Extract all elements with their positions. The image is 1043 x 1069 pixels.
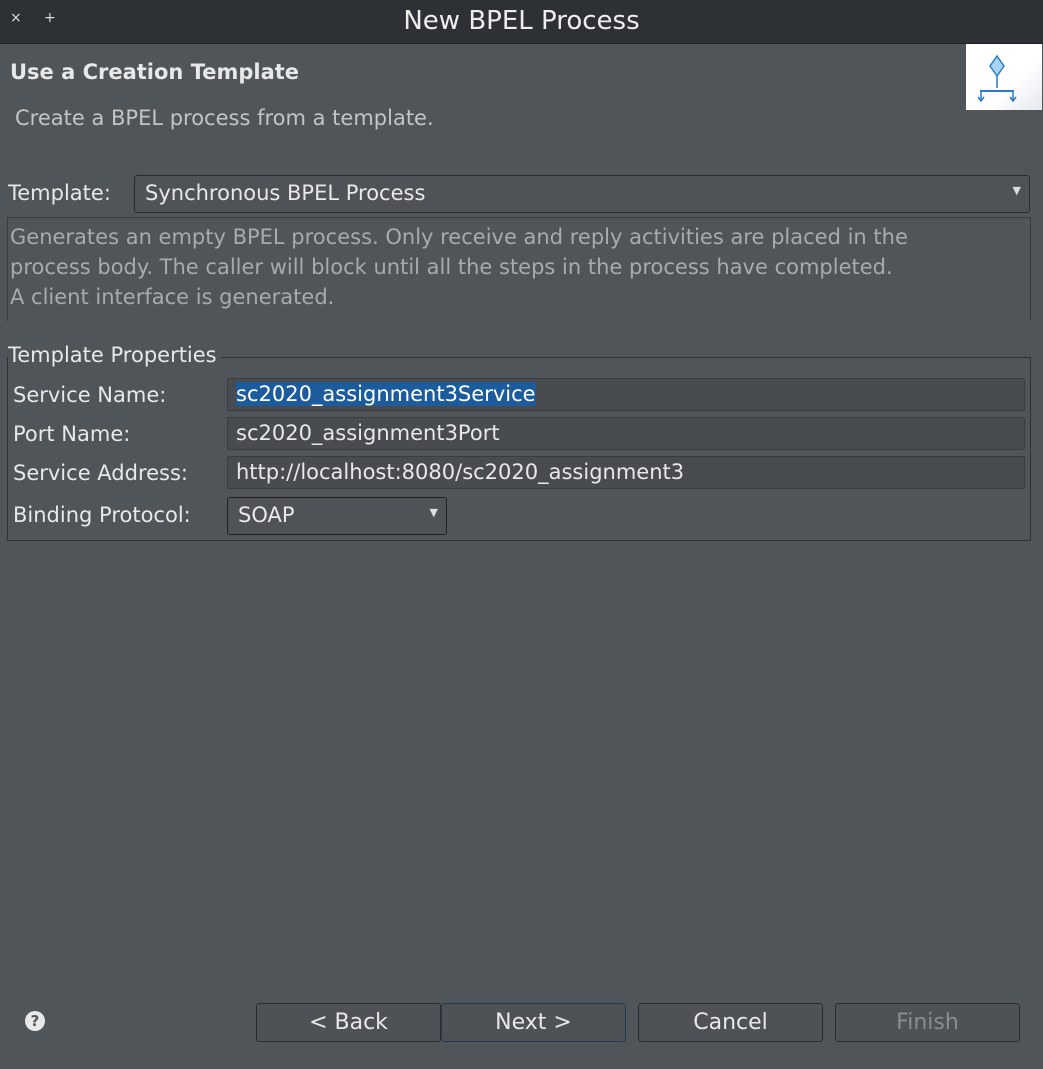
- bpel-process-wizard-icon: [966, 44, 1042, 110]
- chevron-down-icon: ▼: [1012, 184, 1021, 197]
- template-dropdown[interactable]: Synchronous BPEL Process ▼: [134, 175, 1030, 213]
- finish-button[interactable]: Finish: [835, 1003, 1020, 1042]
- back-button[interactable]: < Back: [256, 1003, 441, 1042]
- window-title: New BPEL Process: [403, 6, 640, 36]
- template-selected: Synchronous BPEL Process: [145, 181, 426, 205]
- next-button[interactable]: Next >: [441, 1003, 626, 1042]
- template-label: Template:: [8, 181, 111, 205]
- port-name-input[interactable]: sc2020_assignment3Port: [227, 417, 1025, 450]
- chevron-down-icon: ▼: [429, 506, 438, 519]
- service-name-input[interactable]: sc2020_assignment3Service: [227, 378, 1025, 411]
- binding-protocol-selected: SOAP: [238, 503, 295, 527]
- page-subtitle: Create a BPEL process from a template.: [15, 106, 434, 130]
- page-title: Use a Creation Template: [10, 60, 300, 84]
- service-name-label: Service Name:: [13, 383, 167, 407]
- description-line: process body. The caller will block unti…: [10, 255, 893, 279]
- cancel-button[interactable]: Cancel: [638, 1003, 823, 1042]
- template-description: Generates an empty BPEL process. Only re…: [7, 217, 1031, 321]
- help-icon[interactable]: ?: [25, 1011, 45, 1031]
- service-address-input[interactable]: http://localhost:8080/sc2020_assignment3: [227, 456, 1025, 489]
- description-line: Generates an empty BPEL process. Only re…: [10, 225, 908, 249]
- title-bar: × + New BPEL Process: [0, 0, 1043, 44]
- service-name-value: sc2020_assignment3Service: [236, 382, 536, 406]
- binding-protocol-label: Binding Protocol:: [13, 503, 191, 527]
- binding-protocol-dropdown[interactable]: SOAP ▼: [227, 497, 447, 535]
- group-legend: Template Properties: [8, 343, 221, 367]
- service-address-label: Service Address:: [13, 461, 188, 485]
- description-line: A client interface is generated.: [10, 285, 335, 309]
- port-name-label: Port Name:: [13, 422, 131, 446]
